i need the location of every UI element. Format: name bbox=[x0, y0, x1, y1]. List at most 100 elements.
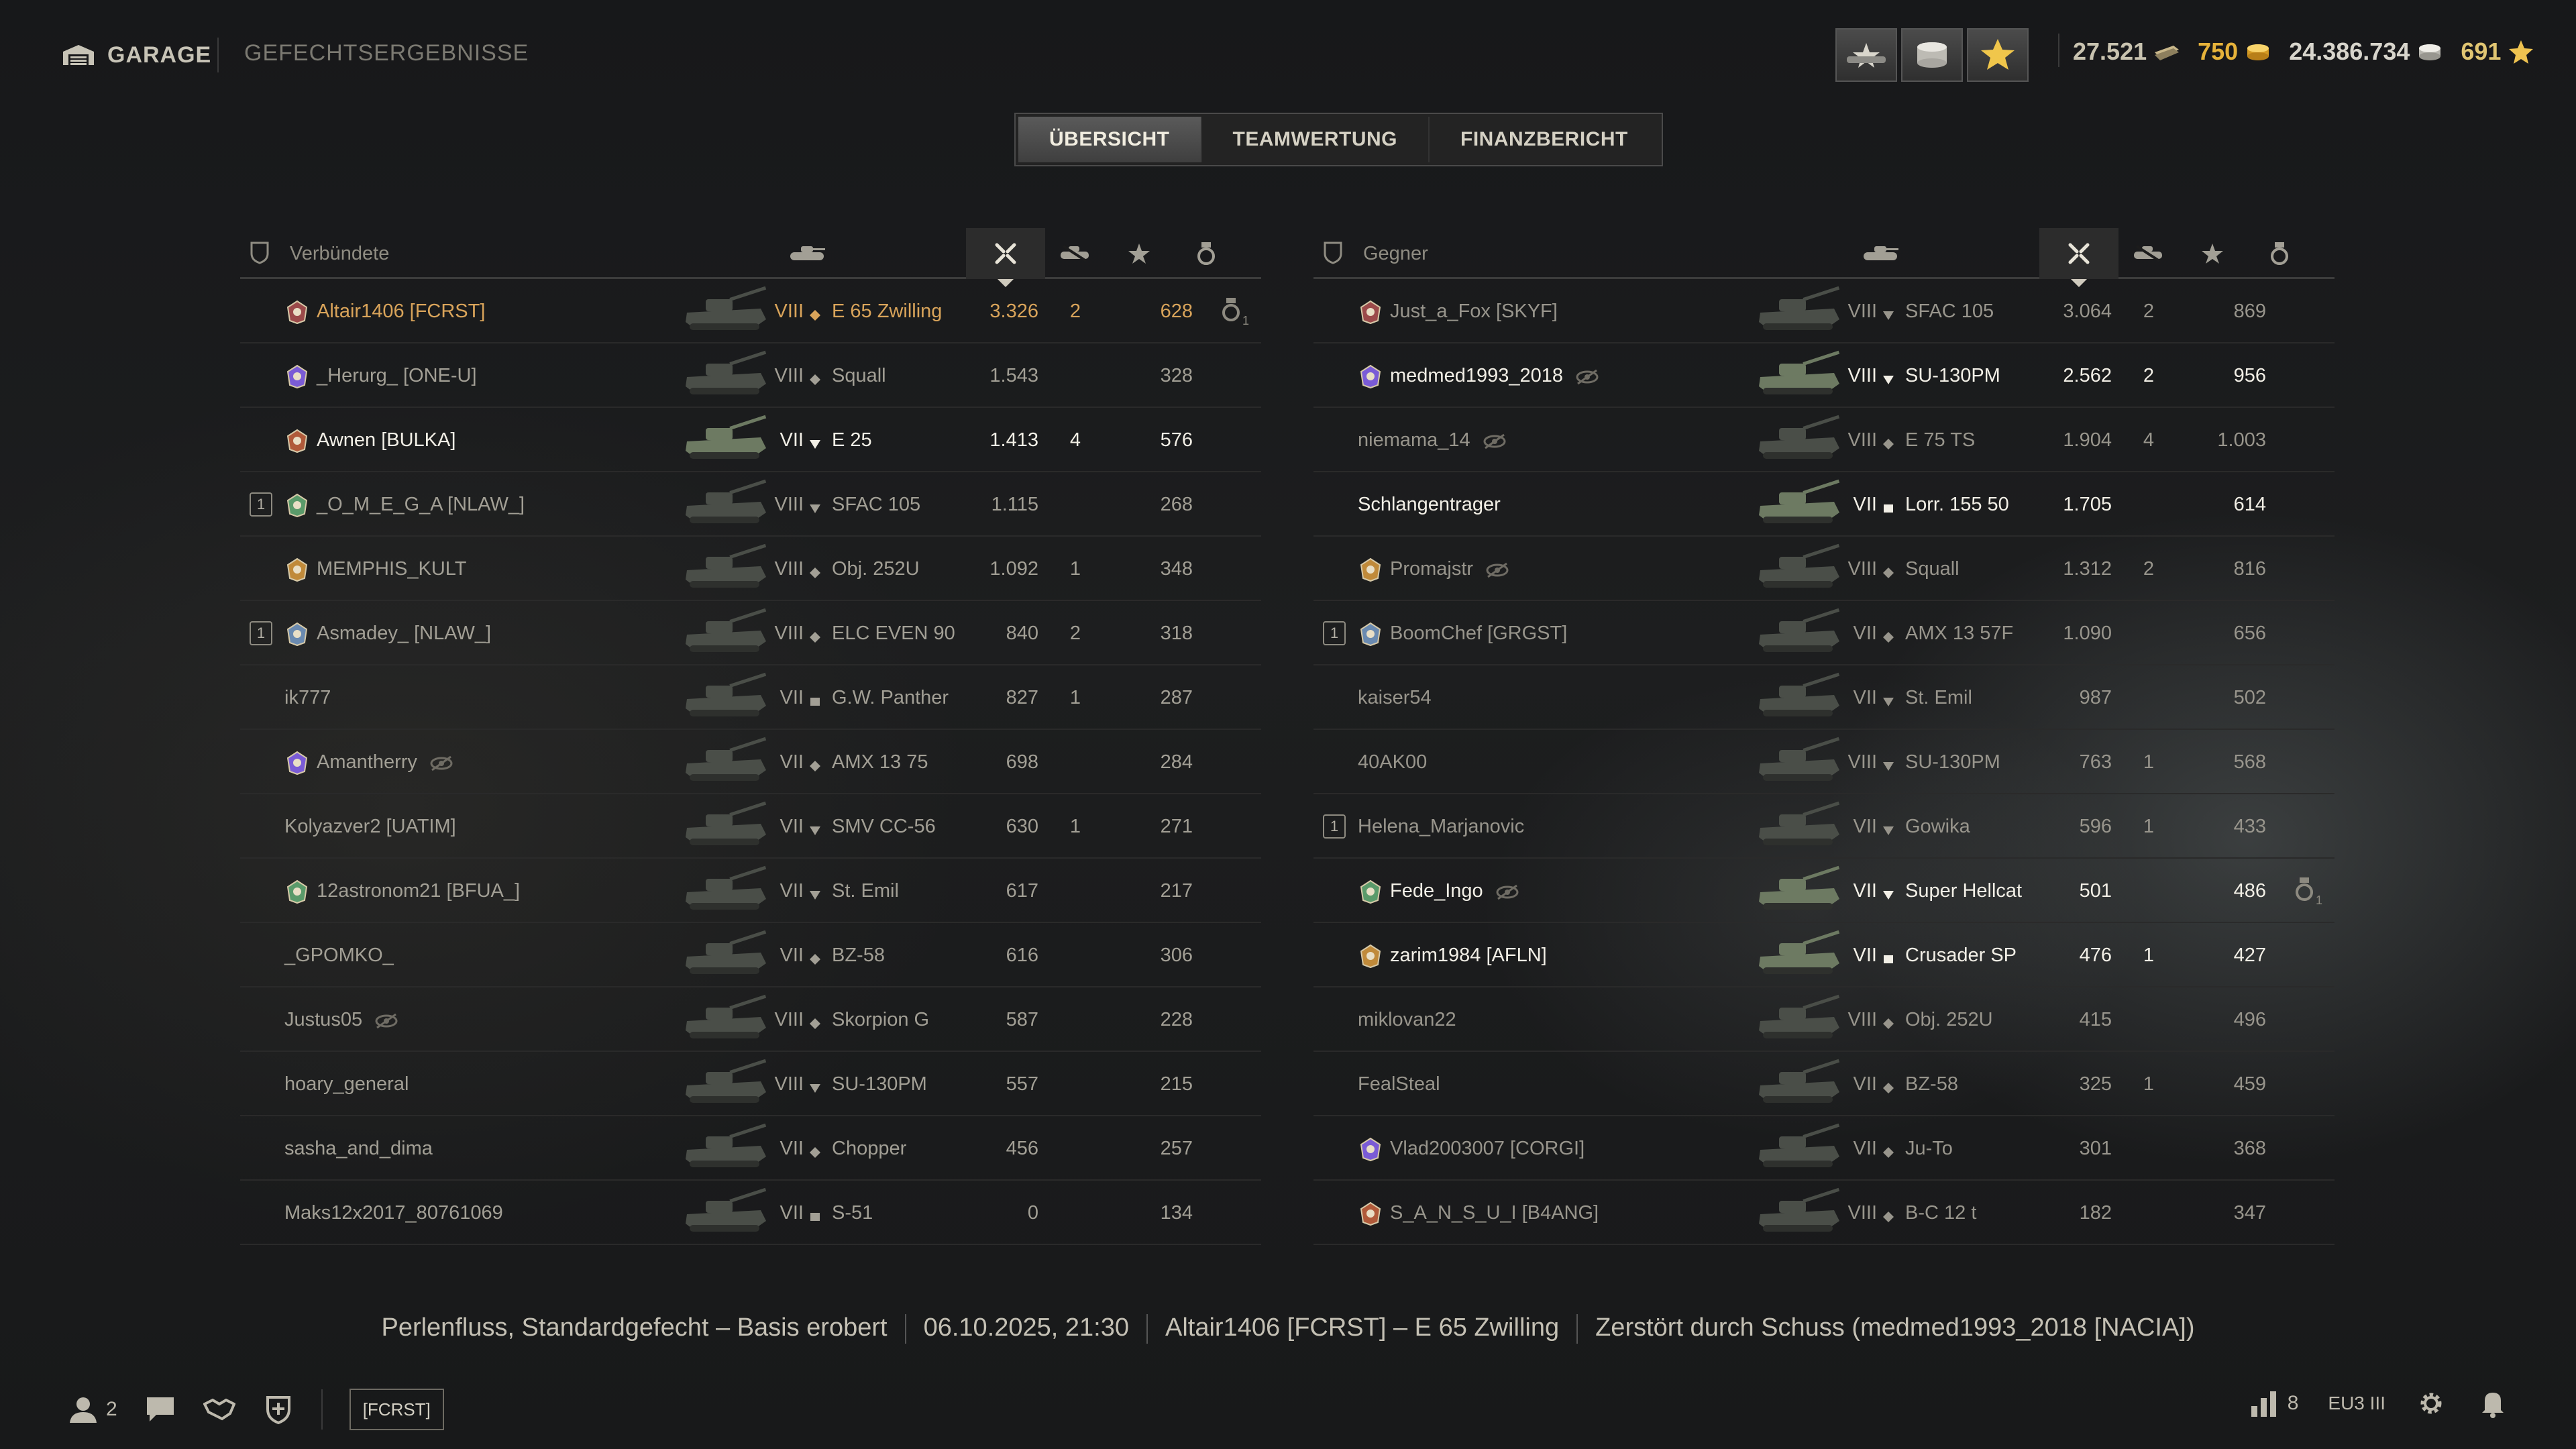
player-name[interactable]: zarim1984 [AFLN] bbox=[1390, 945, 1547, 967]
table-row[interactable]: Altair1406 [FCRST] VIII E 65 Zwilling 3.326… bbox=[240, 279, 1261, 343]
kills-value: 1 bbox=[2143, 751, 2155, 773]
table-row[interactable]: 1 Helena_Marjanovic VII Gowika 596 1 433 bbox=[1313, 794, 2334, 859]
damage-column-icon[interactable] bbox=[985, 240, 1026, 267]
tank-tier: VIII bbox=[1847, 365, 1877, 386]
table-row[interactable]: niemama_14 VIII E 75 TS 1.904 4 1.003 bbox=[1313, 408, 2334, 472]
tank-reserve-icon[interactable] bbox=[1835, 28, 1897, 82]
player-name[interactable]: Awnen [BULKA] bbox=[317, 429, 455, 451]
player-name[interactable]: sasha_and_dima bbox=[284, 1138, 433, 1160]
chat-button[interactable] bbox=[144, 1395, 176, 1424]
player-name[interactable]: 12astronom21 [BFUA_] bbox=[317, 880, 520, 902]
bonds-currency[interactable]: 27.521 bbox=[2058, 34, 2180, 67]
gear-icon bbox=[2420, 1393, 2442, 1414]
settings-button[interactable] bbox=[2415, 1389, 2447, 1418]
vehicle-column-icon[interactable] bbox=[1861, 240, 1901, 267]
xp-column-star-icon[interactable] bbox=[1119, 240, 1159, 267]
table-row[interactable]: 12astronom21 [BFUA_] VII St. Emil 617 217 bbox=[240, 859, 1261, 923]
player-name[interactable]: Maks12x2017_80761069 bbox=[284, 1202, 503, 1224]
table-row[interactable]: Maks12x2017_80761069 VII S-51 0 134 bbox=[240, 1181, 1261, 1245]
player-name[interactable]: S_A_N_S_U_I [B4ANG] bbox=[1390, 1202, 1599, 1224]
table-row[interactable]: Vlad2003007 [CORGI] VII Ju-To 301 368 bbox=[1313, 1116, 2334, 1181]
table-row[interactable]: Amantherry VII AMX 13 75 698 284 bbox=[240, 730, 1261, 794]
medal-column-icon[interactable] bbox=[2259, 240, 2300, 267]
table-row[interactable]: 1 _O_M_E_G_A [NLAW_] VIII SFAC 105 1.115 268 bbox=[240, 472, 1261, 537]
player-name[interactable]: medmed1993_2018 bbox=[1390, 365, 1599, 387]
player-name[interactable]: Asmadey_ [NLAW_] bbox=[317, 623, 491, 645]
player-name[interactable]: miklovan22 bbox=[1358, 1009, 1456, 1031]
tab-team-score[interactable]: TEAMWERTUNG bbox=[1202, 117, 1430, 162]
tank-tier: VIII bbox=[774, 494, 804, 515]
medal-icon[interactable]: 1 bbox=[2293, 876, 2325, 907]
table-row[interactable]: _Herurg_ [ONE-U] VIII Squall 1.543 328 bbox=[240, 343, 1261, 408]
player-name[interactable]: hoary_general bbox=[284, 1073, 409, 1095]
player-name[interactable]: Justus05 bbox=[284, 1009, 398, 1031]
xp-column-star-icon[interactable] bbox=[2192, 240, 2233, 267]
gold-currency[interactable]: 750 bbox=[2198, 38, 2271, 66]
player-name[interactable]: Promajstr bbox=[1390, 558, 1509, 580]
player-name[interactable]: Altair1406 [FCRST] bbox=[317, 301, 485, 323]
garage-button[interactable]: GARAGE bbox=[62, 39, 211, 71]
player-name[interactable]: FealSteal bbox=[1358, 1073, 1440, 1095]
player-name[interactable]: kaiser54 bbox=[1358, 687, 1432, 709]
table-row[interactable]: Justus05 VIII Skorpion G 587 228 bbox=[240, 987, 1261, 1052]
xp-value: 287 bbox=[1160, 687, 1193, 708]
table-row[interactable]: hoary_general VIII SU-130PM 557 215 bbox=[240, 1052, 1261, 1116]
table-row[interactable]: ik777 VII G.W. Panther 827 1 287 bbox=[240, 665, 1261, 730]
credits-currency[interactable]: 24.386.734 bbox=[2289, 38, 2443, 66]
table-row[interactable]: Schlangentrager VII Lorr. 155 50 1.705 614 bbox=[1313, 472, 2334, 537]
player-name[interactable]: MEMPHIS_KULT bbox=[317, 558, 466, 580]
player-name[interactable]: 40AK00 bbox=[1358, 751, 1427, 773]
player-name[interactable]: BoomChef [GRGST] bbox=[1390, 623, 1567, 645]
table-row[interactable]: Kolyazver2 [UATIM] VII SMV CC-56 630 1 271 bbox=[240, 794, 1261, 859]
table-row[interactable]: 40AK00 VIII SU-130PM 763 1 568 bbox=[1313, 730, 2334, 794]
server-selector[interactable]: EU3 III bbox=[2328, 1393, 2385, 1414]
enemies-table: Gegner Just_a_Fox [SKYF] VIII SFAC 105 3.06… bbox=[1313, 228, 2334, 1245]
player-name[interactable]: _Herurg_ [ONE-U] bbox=[317, 365, 477, 387]
table-row[interactable]: medmed1993_2018 VIII SU-130PM 2.562 2 956 bbox=[1313, 343, 2334, 408]
player-name[interactable]: Amantherry bbox=[317, 751, 453, 773]
kills-column-icon[interactable] bbox=[1055, 240, 1095, 267]
friends-button[interactable]: 2 bbox=[67, 1395, 117, 1424]
table-row[interactable]: kaiser54 VII St. Emil 987 502 bbox=[1313, 665, 2334, 730]
player-name[interactable]: niemama_14 bbox=[1358, 429, 1507, 451]
user-icon bbox=[70, 1397, 97, 1423]
player-name[interactable]: Schlangentrager bbox=[1358, 494, 1501, 516]
player-name[interactable]: Just_a_Fox [SKYF] bbox=[1390, 301, 1558, 323]
credits-reserve-icon[interactable] bbox=[1901, 28, 1963, 82]
player-name[interactable]: Helena_Marjanovic bbox=[1358, 816, 1524, 838]
table-row[interactable]: S_A_N_S_U_I [B4ANG] VIII B-C 12 t 182 347 bbox=[1313, 1181, 2334, 1245]
table-row[interactable]: _GPOMKO_ VII BZ-58 616 306 bbox=[240, 923, 1261, 987]
player-name[interactable]: Vlad2003007 [CORGI] bbox=[1390, 1138, 1585, 1160]
online-stats-button[interactable]: 8 bbox=[2249, 1389, 2298, 1418]
player-name[interactable]: _GPOMKO_ bbox=[284, 945, 394, 967]
player-name[interactable]: Kolyazver2 [UATIM] bbox=[284, 816, 456, 838]
free-xp-currency[interactable]: 691 bbox=[2461, 38, 2534, 66]
table-row[interactable]: Awnen [BULKA] VII E 25 1.413 4 576 bbox=[240, 408, 1261, 472]
xp-reserve-icon[interactable] bbox=[1967, 28, 2029, 82]
medal-column-icon[interactable] bbox=[1186, 240, 1226, 267]
clan-tag-button[interactable]: [FCRST] bbox=[349, 1389, 444, 1430]
kills-column-icon[interactable] bbox=[2129, 240, 2169, 267]
damage-column-icon[interactable] bbox=[2059, 240, 2099, 267]
table-row[interactable]: miklovan22 VIII Obj. 252U 415 496 bbox=[1313, 987, 2334, 1052]
vehicle-column-icon[interactable] bbox=[788, 240, 828, 267]
table-row[interactable]: zarim1984 [AFLN] VII Crusader SP 476 1 427 bbox=[1313, 923, 2334, 987]
platoon-button[interactable] bbox=[203, 1395, 235, 1424]
table-row[interactable]: FealSteal VII BZ-58 325 1 459 bbox=[1313, 1052, 2334, 1116]
player-name[interactable]: ik777 bbox=[284, 687, 331, 709]
table-row[interactable]: Promajstr VIII Squall 1.312 2 816 bbox=[1313, 537, 2334, 601]
table-row[interactable]: sasha_and_dima VII Chopper 456 257 bbox=[240, 1116, 1261, 1181]
divider bbox=[1146, 1313, 1148, 1344]
table-row[interactable]: Fede_Ingo VII Super Hellcat 501 486 1 bbox=[1313, 859, 2334, 923]
tab-overview[interactable]: ÜBERSICHT bbox=[1018, 117, 1202, 162]
clan-button[interactable] bbox=[262, 1395, 294, 1424]
table-row[interactable]: Just_a_Fox [SKYF] VIII SFAC 105 3.064 2 869 bbox=[1313, 279, 2334, 343]
table-row[interactable]: 1 Asmadey_ [NLAW_] VIII ELC EVEN 90 840 2 318 bbox=[240, 601, 1261, 665]
notifications-button[interactable] bbox=[2477, 1389, 2509, 1418]
table-row[interactable]: 1 BoomChef [GRGST] VII AMX 13 57F 1.090 656 bbox=[1313, 601, 2334, 665]
player-name[interactable]: _O_M_E_G_A [NLAW_] bbox=[317, 494, 525, 516]
player-name[interactable]: Fede_Ingo bbox=[1390, 880, 1519, 902]
tab-financial-report[interactable]: FINANZBERICHT bbox=[1430, 117, 1659, 162]
table-row[interactable]: MEMPHIS_KULT VIII Obj. 252U 1.092 1 348 bbox=[240, 537, 1261, 601]
medal-icon[interactable]: 1 bbox=[1220, 297, 1252, 327]
